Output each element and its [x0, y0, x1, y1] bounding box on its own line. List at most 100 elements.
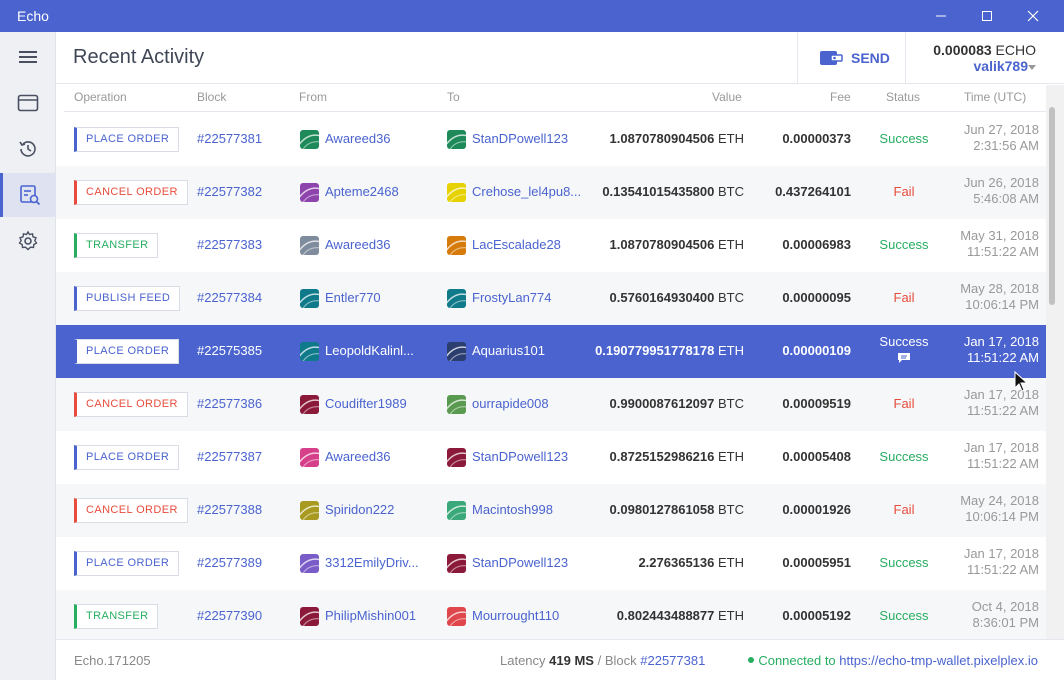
operation-badge[interactable]: CANCEL ORDER: [74, 180, 188, 205]
timestamp: May 28, 2018 10:06:14 PM: [960, 281, 1039, 313]
to-avatar: [447, 342, 466, 361]
table-row[interactable]: CANCEL ORDER #22577382 Apteme2468 Crehose_l…: [56, 166, 1046, 219]
col-from[interactable]: From: [299, 90, 327, 104]
table-row[interactable]: PLACE ORDER #22577381 Awareed36 StanDPowell…: [56, 113, 1046, 166]
from-account[interactable]: Apteme2468: [325, 184, 399, 199]
from-account[interactable]: Awareed36: [325, 449, 391, 464]
value: 0.802443488877 ETH: [617, 608, 744, 623]
connected-dot-icon: [748, 657, 755, 663]
to-account[interactable]: ourrapide008: [472, 396, 549, 411]
block-link[interactable]: #22575385: [197, 343, 262, 358]
operation-badge[interactable]: PUBLISH FEED: [74, 286, 181, 311]
operation-badge[interactable]: CANCEL ORDER: [74, 392, 188, 417]
table-row[interactable]: PUBLISH FEED #22577384 Entler770 FrostyLan7…: [56, 272, 1046, 325]
sidebar-item-history[interactable]: [0, 127, 56, 171]
from-account[interactable]: Entler770: [325, 290, 381, 305]
block-link[interactable]: #22577388: [197, 502, 262, 517]
scrollbar-thumb[interactable]: [1049, 107, 1055, 305]
col-time[interactable]: Time (UTC): [964, 90, 1026, 104]
balance-amount: 0.000083: [933, 42, 992, 58]
operation-badge[interactable]: PLACE ORDER: [74, 551, 180, 576]
to-account[interactable]: LacEscalade28: [472, 237, 561, 252]
table-row[interactable]: TRANSFER #22577383 Awareed36 LacEscalade28 1…: [56, 219, 1046, 272]
sidebar-item-settings[interactable]: [0, 219, 56, 263]
sidebar-item-wallet[interactable]: [0, 81, 56, 125]
hamburger-icon: [19, 51, 37, 63]
block-link[interactable]: #22577390: [197, 608, 262, 623]
timestamp: Jan 17, 2018 11:51:22 AM: [964, 546, 1039, 578]
from-account[interactable]: PhilipMishin001: [325, 608, 416, 623]
col-fee[interactable]: Fee: [830, 90, 851, 104]
timestamp: Jun 27, 2018 2:31:56 AM: [964, 122, 1039, 154]
from-account[interactable]: Awareed36: [325, 237, 391, 252]
timestamp-time: 10:06:14 PM: [965, 509, 1039, 524]
col-to[interactable]: To: [447, 90, 460, 104]
timestamp-date: Jun 27, 2018: [963, 122, 1039, 137]
operation-badge[interactable]: TRANSFER: [74, 604, 159, 629]
table-row[interactable]: PLACE ORDER #22577387 Awareed36 StanDPowell…: [56, 431, 1046, 484]
table-row[interactable]: PLACE ORDER #22575385 LeopoldKalinl... Aqua…: [56, 325, 1046, 378]
sidebar-item-activity[interactable]: [0, 173, 56, 217]
to-account[interactable]: Macintosh998: [472, 502, 553, 517]
to-account[interactable]: Crehose_lel4pu8...: [472, 184, 581, 199]
to-account[interactable]: StanDPowell123: [472, 555, 568, 570]
to-account[interactable]: Mourrought110: [472, 608, 559, 623]
block-link[interactable]: #22577389: [197, 555, 262, 570]
operation-badge[interactable]: CANCEL ORDER: [74, 498, 188, 523]
minimize-button[interactable]: [918, 0, 964, 32]
table-row[interactable]: CANCEL ORDER #22577388 Spiridon222 Macintos…: [56, 484, 1046, 537]
operation-badge[interactable]: PLACE ORDER: [74, 127, 180, 152]
connected-url[interactable]: https://echo-tmp-wallet.pixelplex.io: [839, 653, 1038, 668]
to-account[interactable]: StanDPowell123: [472, 131, 568, 146]
close-button[interactable]: [1010, 0, 1056, 32]
col-value[interactable]: Value: [712, 90, 742, 104]
from-account[interactable]: Coudifter1989: [325, 396, 407, 411]
value: 0.13541015435800 BTC: [602, 184, 744, 199]
chevron-down-icon[interactable]: [1028, 65, 1036, 70]
value-amount: 0.190779951778178: [595, 343, 715, 358]
block-link[interactable]: #22577382: [197, 184, 262, 199]
timestamp-time: 11:51:22 AM: [966, 562, 1039, 577]
activity-search-icon: [19, 185, 40, 206]
from-avatar: [300, 554, 319, 573]
block-link[interactable]: #22577387: [197, 449, 262, 464]
to-account[interactable]: FrostyLan774: [472, 290, 552, 305]
operation-badge[interactable]: PLACE ORDER: [74, 445, 180, 470]
send-button[interactable]: SEND: [797, 32, 905, 84]
operation-badge[interactable]: PLACE ORDER: [74, 339, 180, 364]
username[interactable]: valik789: [974, 58, 1029, 74]
operation-badge[interactable]: TRANSFER: [74, 233, 159, 258]
from-account[interactable]: Awareed36: [325, 131, 391, 146]
col-operation[interactable]: Operation: [74, 90, 127, 104]
block-link[interactable]: #22577386: [197, 396, 262, 411]
status-badge: Success: [879, 131, 929, 146]
to-avatar: [447, 395, 466, 414]
timestamp-date: Jan 17, 2018: [963, 334, 1039, 349]
comment-icon[interactable]: [897, 352, 911, 364]
fee: 0.00005951: [782, 555, 851, 570]
table-row[interactable]: PLACE ORDER #22577389 3312EmilyDriv... Stan…: [56, 537, 1046, 590]
balance-currency: ECHO: [995, 42, 1036, 58]
value-amount: 1.0870780904506: [609, 131, 715, 146]
block-link[interactable]: #22577381: [197, 131, 262, 146]
to-account[interactable]: StanDPowell123: [472, 449, 568, 464]
value-currency: ETH: [718, 131, 744, 146]
table-row[interactable]: CANCEL ORDER #22577386 Coudifter1989 ourrap…: [56, 378, 1046, 431]
value: 0.190779951778178 ETH: [595, 343, 744, 358]
gear-icon: [18, 230, 38, 251]
menu-button[interactable]: [0, 35, 56, 79]
maximize-button[interactable]: [964, 0, 1010, 32]
from-account[interactable]: Spiridon222: [325, 502, 394, 517]
block-link[interactable]: #22577384: [197, 290, 262, 305]
block-link[interactable]: #22577383: [197, 237, 262, 252]
to-avatar: [447, 289, 466, 308]
status-badge: Fail: [893, 290, 915, 305]
account-selector[interactable]: 0.000083 ECHO valik789: [905, 32, 1064, 84]
table-row[interactable]: TRANSFER #22577390 PhilipMishin001 Mourroug…: [56, 590, 1046, 639]
to-account[interactable]: Aquarius101: [472, 343, 545, 358]
col-status[interactable]: Status: [886, 90, 920, 104]
block-link[interactable]: #22577381: [640, 653, 705, 668]
col-block[interactable]: Block: [197, 90, 226, 104]
from-account[interactable]: 3312EmilyDriv...: [325, 555, 419, 570]
from-account[interactable]: LeopoldKalinl...: [325, 343, 414, 358]
